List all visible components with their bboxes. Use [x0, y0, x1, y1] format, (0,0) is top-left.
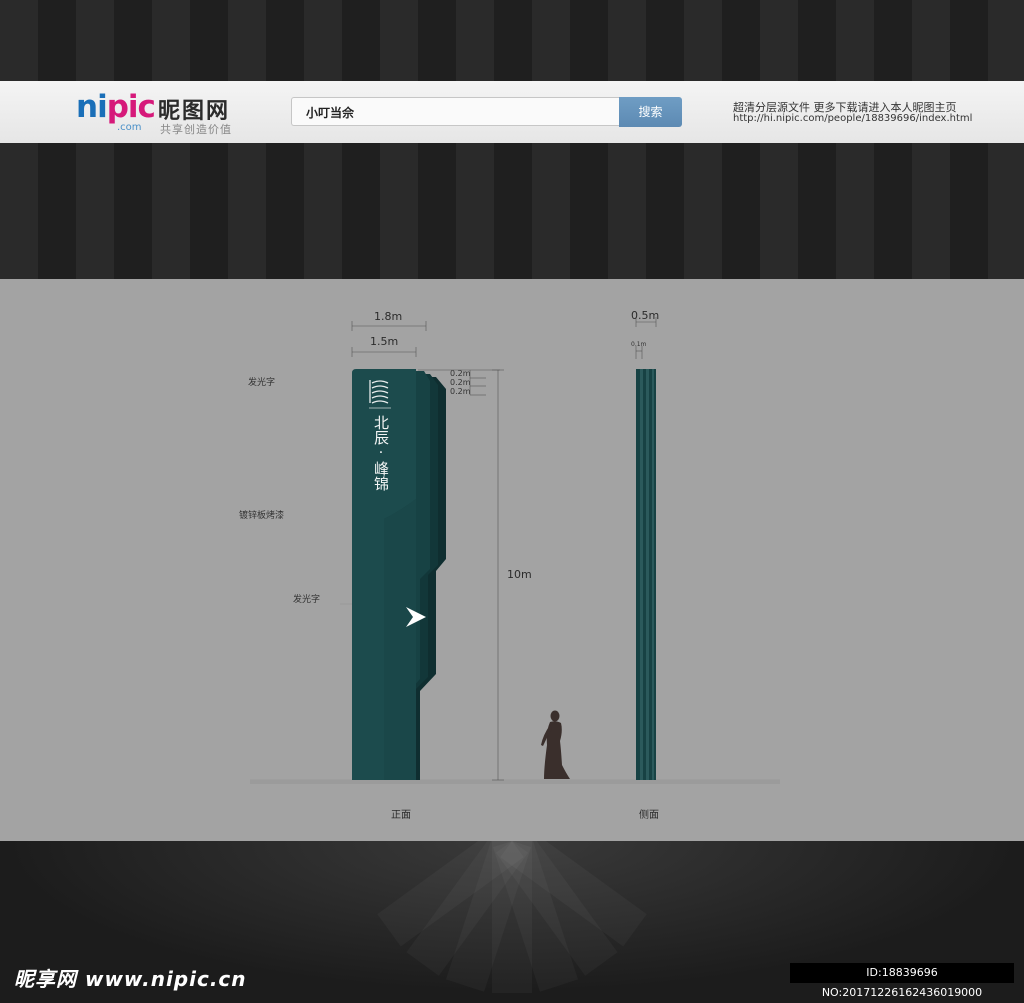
- top-background: [0, 0, 1024, 81]
- site-header: nipic 昵图网 .com 共享创造价值 小叮当佘 搜索 超清分层源文件 更多…: [0, 81, 1024, 144]
- side-strip-2: [646, 369, 649, 780]
- sign-front-face-lower: [384, 499, 416, 780]
- step-label-1: 0.2m: [450, 369, 471, 378]
- step-label-3: 0.2m: [450, 387, 471, 396]
- author-homepage-link[interactable]: http://hi.nipic.com/people/18839696/inde…: [733, 113, 972, 124]
- ground-texture: [250, 780, 780, 784]
- footer-watermark-logo: 昵享网 www.nipic.cn: [14, 967, 247, 991]
- note-luminous-text-2: 发光字: [293, 595, 321, 605]
- side-elevation: [636, 369, 656, 780]
- sign-name-line2: 峰锦: [372, 461, 390, 491]
- human-scale-silhouette: [541, 710, 570, 779]
- step-label-2: 0.2m: [450, 378, 471, 387]
- elevation-drawing: [250, 317, 780, 784]
- side-strip-3: [652, 369, 654, 780]
- front-inner-width: 1.5m: [370, 335, 399, 348]
- side-dimension-lines: [635, 317, 657, 359]
- search-button[interactable]: 搜索: [619, 97, 682, 127]
- side-sub-width: 0.1m: [631, 341, 647, 348]
- front-outer-width: 1.8m: [374, 310, 403, 323]
- note-galvanized-paint: 镀锌板烤漆: [239, 511, 285, 521]
- front-height: 10m: [507, 568, 532, 581]
- side-width: 0.5m: [631, 309, 660, 322]
- logo-domain: .com: [117, 122, 142, 133]
- sign-name-line1: 北辰: [372, 415, 390, 445]
- sign-name-dot: ·: [378, 445, 384, 461]
- drawing-panel: 1.8m 1.5m 0.2m 0.2m 0.2m 10m 北辰 · 峰锦 发光字…: [0, 279, 1024, 841]
- note-luminous-text-1: 发光字: [248, 378, 276, 388]
- image-id-badge: ID:18839696 NO:20171226162436019000: [790, 963, 1014, 999]
- side-caption: 侧面: [639, 810, 659, 821]
- logo-slogan: 共享创造价值: [160, 123, 232, 136]
- nipic-logo[interactable]: nipic: [76, 89, 156, 125]
- search-input[interactable]: 小叮当佘: [291, 97, 619, 126]
- search-input-value: 小叮当佘: [306, 106, 355, 120]
- side-strip-1: [640, 369, 643, 780]
- middle-background: [0, 143, 1024, 279]
- front-caption: 正面: [391, 810, 411, 821]
- sign-lettering: 北辰 · 峰锦: [370, 415, 392, 491]
